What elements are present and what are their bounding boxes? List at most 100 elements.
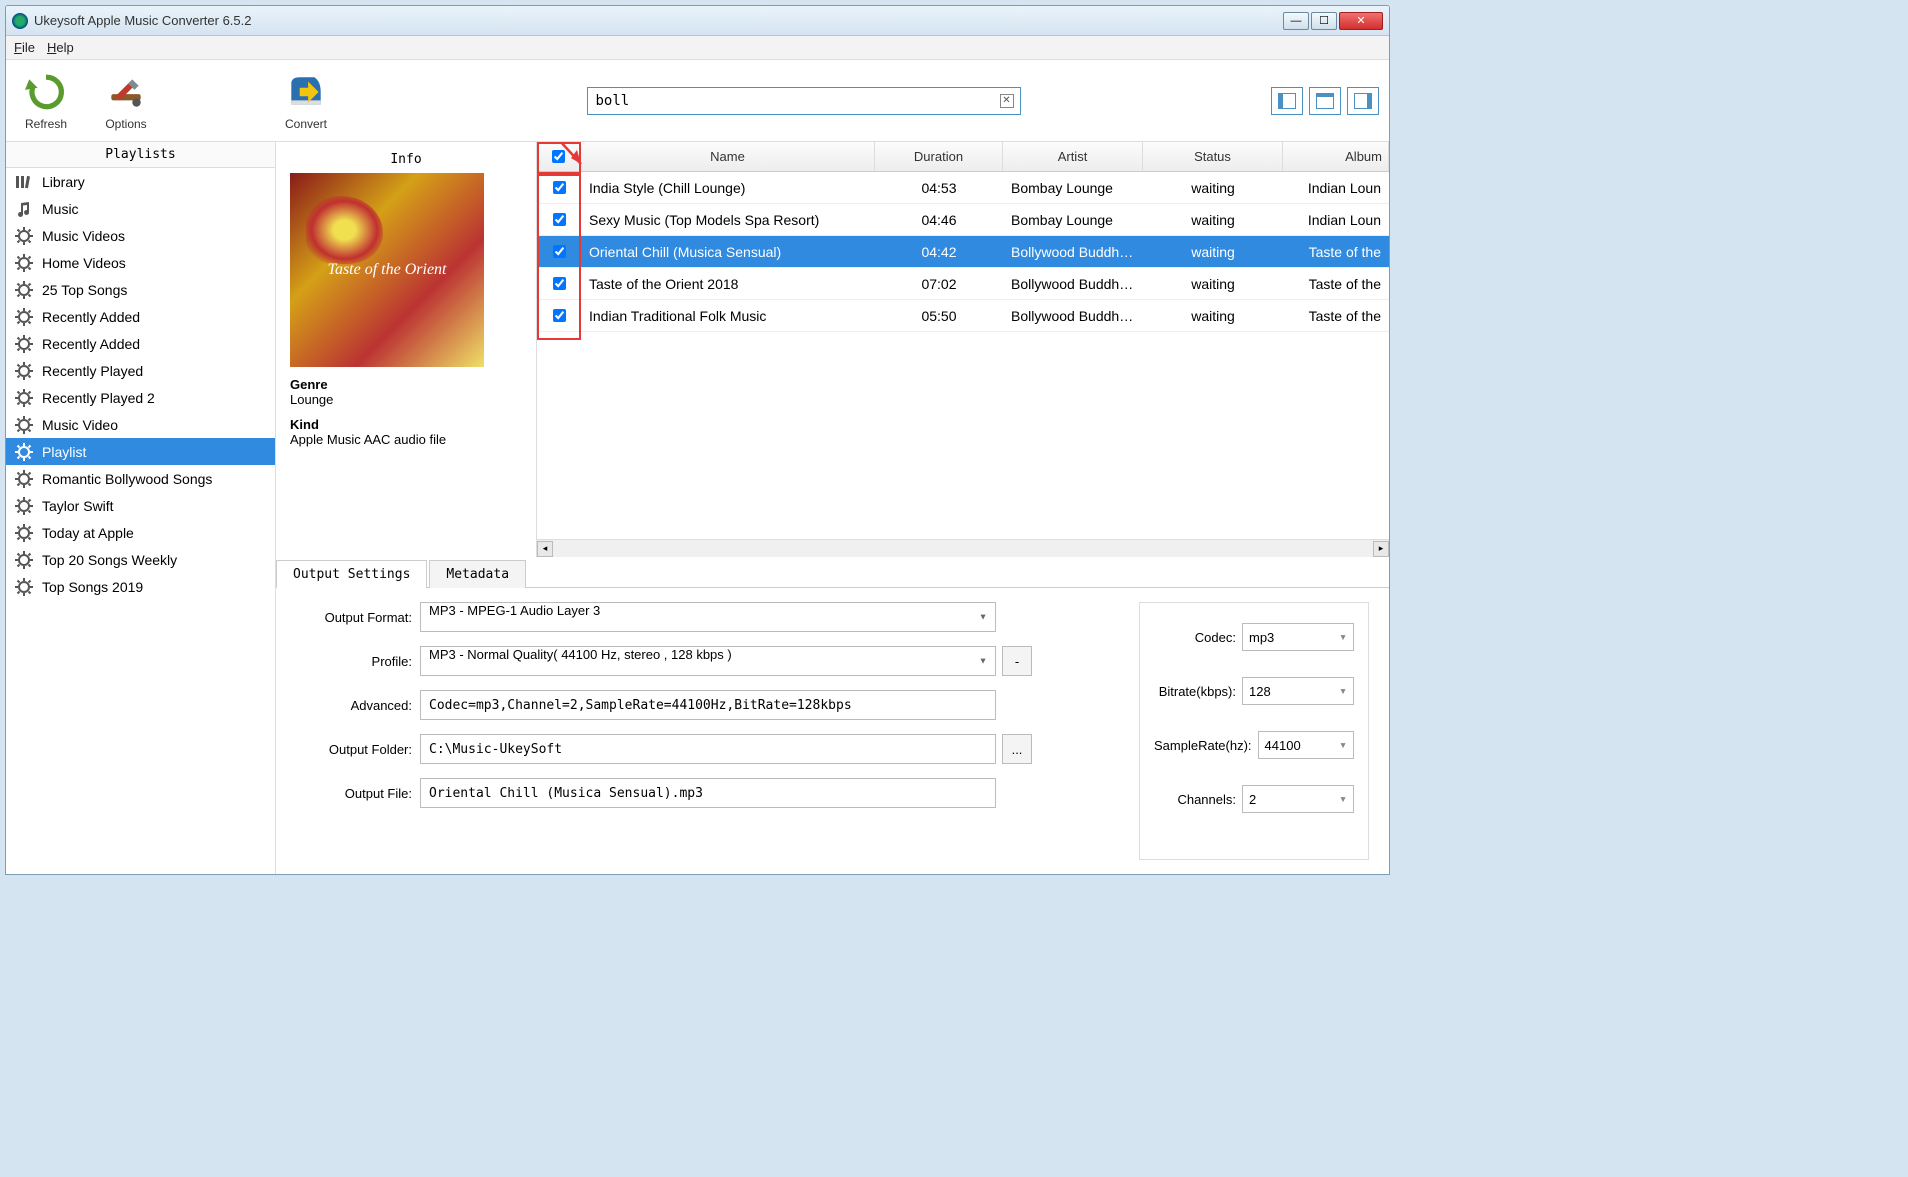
cell-artist: Bombay Lounge (1003, 180, 1143, 196)
advanced-input[interactable] (420, 690, 996, 720)
col-artist[interactable]: Artist (1003, 142, 1143, 171)
sidebar-item[interactable]: Music Videos (6, 222, 275, 249)
cell-album: Indian Loun (1283, 212, 1389, 228)
menu-help[interactable]: Help (47, 40, 74, 55)
output-format-select[interactable]: MP3 - MPEG-1 Audio Layer 3 (420, 602, 996, 632)
cell-name: Indian Traditional Folk Music (581, 308, 875, 324)
profile-select[interactable]: MP3 - Normal Quality( 44100 Hz, stereo ,… (420, 646, 996, 676)
maximize-button[interactable]: ☐ (1311, 12, 1337, 30)
output-file-input[interactable] (420, 778, 996, 808)
output-folder-input[interactable] (420, 734, 996, 764)
menubar: File Help (6, 36, 1389, 60)
cell-artist: Bollywood Buddha... (1003, 308, 1143, 324)
info-genre: Lounge (290, 392, 522, 407)
cell-name: Sexy Music (Top Models Spa Resort) (581, 212, 875, 228)
convert-button[interactable]: Convert (276, 71, 336, 131)
sidebar-item[interactable]: Home Videos (6, 249, 275, 276)
sidebar-item[interactable]: Recently Played 2 (6, 384, 275, 411)
sidebar-item[interactable]: 25 Top Songs (6, 276, 275, 303)
browse-folder-button[interactable]: ... (1002, 734, 1032, 764)
sidebar-item-label: Taylor Swift (42, 498, 114, 514)
music-icon (14, 199, 34, 219)
sidebar-item[interactable]: Recently Added (6, 330, 275, 357)
track-table: Name Duration Artist Status Album India … (536, 142, 1389, 557)
profile-label: Profile: (296, 654, 412, 669)
sidebar-item[interactable]: Playlist (6, 438, 275, 465)
sidebar-item[interactable]: Top 20 Songs Weekly (6, 546, 275, 573)
layout-left-button[interactable] (1271, 87, 1303, 115)
sidebar-item-label: 25 Top Songs (42, 282, 127, 298)
search-clear-icon[interactable]: ✕ (1000, 94, 1014, 108)
col-status[interactable]: Status (1143, 142, 1283, 171)
output-folder-label: Output Folder: (296, 742, 412, 757)
table-row[interactable]: Oriental Chill (Musica Sensual) 04:42 Bo… (537, 236, 1389, 268)
row-checkbox[interactable] (537, 181, 581, 194)
info-header: Info (290, 152, 522, 173)
search-input[interactable] (587, 87, 1021, 115)
row-checkbox[interactable] (537, 213, 581, 226)
gear-icon (14, 469, 34, 489)
settings-tabs: Output Settings Metadata (276, 559, 1389, 587)
tab-output-settings[interactable]: Output Settings (276, 560, 427, 588)
toolbar: Refresh Options Convert ✕ (6, 60, 1389, 142)
profile-remove-button[interactable]: - (1002, 646, 1032, 676)
col-checkbox[interactable] (537, 142, 581, 171)
gear-icon (14, 307, 34, 327)
tab-metadata[interactable]: Metadata (429, 560, 526, 588)
row-checkbox[interactable] (537, 245, 581, 258)
cell-name: Taste of the Orient 2018 (581, 276, 875, 292)
table-row[interactable]: Sexy Music (Top Models Spa Resort) 04:46… (537, 204, 1389, 236)
bitrate-select[interactable]: 128 (1242, 677, 1354, 705)
info-kind: Apple Music AAC audio file (290, 432, 522, 447)
refresh-button[interactable]: Refresh (16, 71, 76, 131)
sidebar-item[interactable]: Top Songs 2019 (6, 573, 275, 600)
codec-select[interactable]: mp3 (1242, 623, 1354, 651)
app-icon (12, 13, 28, 29)
convert-icon (285, 71, 327, 113)
table-row[interactable]: India Style (Chill Lounge) 04:53 Bombay … (537, 172, 1389, 204)
scroll-right-icon[interactable]: ▸ (1373, 541, 1389, 557)
options-button[interactable]: Options (96, 71, 156, 131)
cell-album: Indian Loun (1283, 180, 1389, 196)
sidebar-item[interactable]: Music (6, 195, 275, 222)
menu-file[interactable]: File (14, 40, 35, 55)
table-row[interactable]: Indian Traditional Folk Music 05:50 Boll… (537, 300, 1389, 332)
close-button[interactable]: ✕ (1339, 12, 1383, 30)
minimize-button[interactable]: — (1283, 12, 1309, 30)
sidebar-item[interactable]: Music Video (6, 411, 275, 438)
scroll-left-icon[interactable]: ◂ (537, 541, 553, 557)
cell-artist: Bombay Lounge (1003, 212, 1143, 228)
row-checkbox[interactable] (537, 309, 581, 322)
sidebar-item-label: Recently Added (42, 309, 140, 325)
sidebar-item-label: Recently Added (42, 336, 140, 352)
col-name[interactable]: Name (581, 142, 875, 171)
app-window: Ukeysoft Apple Music Converter 6.5.2 — ☐… (5, 5, 1390, 875)
sidebar-item[interactable]: Today at Apple (6, 519, 275, 546)
cell-duration: 05:50 (875, 308, 1003, 324)
samplerate-label: SampleRate(hz): (1154, 738, 1252, 753)
cell-name: Oriental Chill (Musica Sensual) (581, 244, 875, 260)
sidebar-item-label: Top 20 Songs Weekly (42, 552, 177, 568)
sidebar-item[interactable]: Recently Added (6, 303, 275, 330)
sidebar-item[interactable]: Romantic Bollywood Songs (6, 465, 275, 492)
cell-status: waiting (1143, 212, 1283, 228)
gear-icon (14, 577, 34, 597)
table-row[interactable]: Taste of the Orient 2018 07:02 Bollywood… (537, 268, 1389, 300)
advanced-label: Advanced: (296, 698, 412, 713)
layout-right-button[interactable] (1347, 87, 1379, 115)
cell-album: Taste of the (1283, 244, 1389, 260)
sidebar-item-label: Recently Played (42, 363, 143, 379)
hscrollbar[interactable]: ◂ ▸ (537, 539, 1389, 557)
channels-select[interactable]: 2 (1242, 785, 1354, 813)
sidebar-header: Playlists (6, 142, 275, 168)
gear-icon (14, 280, 34, 300)
col-album[interactable]: Album (1283, 142, 1389, 171)
sidebar-item[interactable]: Taylor Swift (6, 492, 275, 519)
samplerate-select[interactable]: 44100 (1258, 731, 1354, 759)
row-checkbox[interactable] (537, 277, 581, 290)
sidebar-item[interactable]: Library (6, 168, 275, 195)
layout-top-button[interactable] (1309, 87, 1341, 115)
sidebar-item-label: Playlist (42, 444, 86, 460)
sidebar-item[interactable]: Recently Played (6, 357, 275, 384)
col-duration[interactable]: Duration (875, 142, 1003, 171)
